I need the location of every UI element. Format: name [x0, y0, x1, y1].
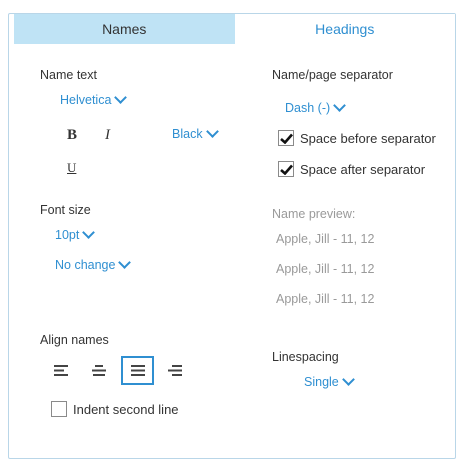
- separator-dropdown[interactable]: Dash (-): [285, 98, 347, 115]
- space-after-checkbox[interactable]: Space after separator: [278, 161, 425, 177]
- tab-names[interactable]: Names: [14, 14, 235, 44]
- align-justify-button[interactable]: [121, 356, 154, 385]
- tab-bar: Names Headings: [14, 14, 455, 44]
- linespacing-dropdown[interactable]: Single: [304, 372, 355, 389]
- chevron-down-icon: [341, 372, 355, 386]
- linespacing-label: Linespacing: [272, 350, 339, 364]
- align-center-button[interactable]: [82, 356, 115, 385]
- name-preview-label: Name preview:: [272, 207, 356, 221]
- checkbox-box: [51, 401, 67, 417]
- preview-line-3: Apple, Jill - 11, 12: [276, 292, 375, 306]
- checkmark-icon: [279, 164, 293, 175]
- checkbox-box: [278, 161, 294, 177]
- color-value: Black: [172, 127, 203, 141]
- chevron-down-icon: [114, 90, 128, 104]
- indent-second-line-label: Indent second line: [73, 401, 179, 417]
- align-justify-icon: [130, 365, 145, 376]
- font-size-label: Font size: [40, 203, 91, 217]
- font-size-dropdown[interactable]: 10pt: [55, 225, 96, 242]
- name-text-label: Name text: [40, 68, 97, 82]
- tab-headings[interactable]: Headings: [234, 14, 455, 44]
- chevron-down-icon: [118, 255, 132, 269]
- space-before-checkbox[interactable]: Space before separator: [278, 130, 436, 146]
- linespacing-value: Single: [304, 375, 339, 389]
- align-left-button[interactable]: [44, 356, 77, 385]
- font-dropdown[interactable]: Helvetica: [60, 90, 128, 107]
- space-after-label: Space after separator: [300, 161, 426, 177]
- checkmark-icon: [279, 133, 293, 144]
- underline-button[interactable]: U: [67, 160, 76, 176]
- align-right-button[interactable]: [158, 356, 191, 385]
- italic-button[interactable]: I: [105, 127, 110, 144]
- font-size-value: 10pt: [55, 228, 80, 242]
- chevron-down-icon: [333, 98, 347, 112]
- size-change-value: No change: [55, 258, 116, 272]
- font-value: Helvetica: [60, 93, 112, 107]
- chevron-down-icon: [205, 124, 219, 138]
- space-before-label: Space before separator: [300, 130, 436, 146]
- bold-button[interactable]: B: [67, 127, 77, 144]
- separator-value: Dash (-): [285, 101, 331, 115]
- preview-line-1: Apple, Jill - 11, 12: [276, 232, 375, 246]
- checkbox-box: [278, 130, 294, 146]
- size-change-dropdown[interactable]: No change: [55, 255, 132, 272]
- align-left-icon: [53, 365, 68, 376]
- color-dropdown[interactable]: Black: [172, 124, 219, 141]
- indent-second-line-checkbox[interactable]: Indent second line: [51, 401, 179, 417]
- chevron-down-icon: [82, 225, 96, 239]
- align-center-icon: [91, 365, 106, 376]
- preview-line-2: Apple, Jill - 11, 12: [276, 262, 375, 276]
- align-names-label: Align names: [40, 333, 109, 347]
- align-right-icon: [167, 365, 182, 376]
- separator-label: Name/page separator: [272, 68, 393, 82]
